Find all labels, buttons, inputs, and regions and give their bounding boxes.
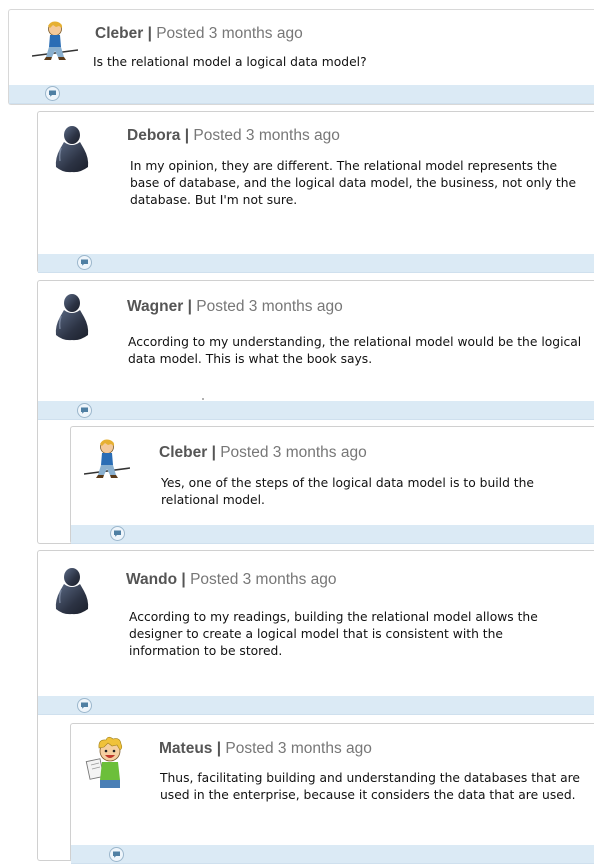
- comment-text: Thus, facilitating building and understa…: [160, 771, 580, 802]
- comment-card: Mateus | Posted 3 months ago Thus, facil…: [70, 723, 594, 864]
- comment-bubble-icon[interactable]: [77, 255, 92, 270]
- stray-dot: [202, 398, 204, 400]
- comment-card: Cleber | Posted 3 months ago Is the rela…: [8, 9, 594, 105]
- post-time: Posted 3 months ago: [196, 298, 343, 315]
- comment-header: Cleber | Posted 3 months ago: [159, 444, 367, 462]
- comment-text: According to my understanding, the relat…: [128, 335, 582, 366]
- post-time: Posted 3 months ago: [156, 25, 303, 42]
- author-name[interactable]: Debora: [127, 127, 180, 144]
- header-separator: |: [181, 571, 186, 588]
- comment-action-bar: [38, 696, 594, 715]
- author-name[interactable]: Wando: [126, 571, 177, 588]
- author-name[interactable]: Mateus: [159, 740, 212, 757]
- post-time: Posted 3 months ago: [190, 571, 337, 588]
- header-separator: |: [211, 444, 216, 461]
- post-time: Posted 3 months ago: [220, 444, 367, 461]
- comment-card: Wagner | Posted 3 months ago According t…: [37, 280, 594, 544]
- author-name[interactable]: Wagner: [127, 298, 183, 315]
- comment-action-bar: [9, 85, 594, 104]
- comment-bubble-icon[interactable]: [45, 86, 60, 101]
- comment-text: Yes, one of the steps of the logical dat…: [161, 476, 534, 507]
- comment-bubble-icon[interactable]: [110, 526, 125, 541]
- post-time: Posted 3 months ago: [193, 127, 340, 144]
- comment-action-bar: [38, 401, 594, 420]
- comment-card: Debora | Posted 3 months ago In my opini…: [37, 111, 594, 273]
- comment-text: In my opinion, they are different. The r…: [130, 159, 577, 207]
- silhouette-avatar-icon: [53, 567, 91, 622]
- author-name[interactable]: Cleber: [95, 25, 143, 42]
- header-separator: |: [147, 25, 152, 42]
- comment-header: Cleber | Posted 3 months ago: [95, 25, 303, 43]
- post-time: Posted 3 months ago: [225, 740, 372, 757]
- tightrope-walker-avatar-icon: [31, 20, 79, 71]
- comment-action-bar: [71, 525, 594, 544]
- author-name[interactable]: Cleber: [159, 444, 207, 461]
- comment-header: Wando | Posted 3 months ago: [126, 571, 337, 589]
- comment-header: Debora | Posted 3 months ago: [127, 127, 340, 145]
- comment-text: According to my readings, building the r…: [129, 610, 538, 658]
- comment-text: Is the relational model a logical data m…: [93, 55, 367, 69]
- comment-header: Wagner | Posted 3 months ago: [127, 298, 343, 316]
- comment-card: Cleber | Posted 3 months ago Yes, one of…: [70, 426, 594, 544]
- comment-action-bar: [38, 254, 594, 273]
- header-separator: |: [184, 127, 190, 144]
- comment-bubble-icon[interactable]: [77, 403, 92, 418]
- comment-header: Mateus | Posted 3 months ago: [159, 740, 372, 758]
- tightrope-walker-avatar-icon: [83, 438, 131, 489]
- cartoon-boy-avatar-icon: [84, 736, 130, 795]
- comment-bubble-icon[interactable]: [109, 847, 124, 862]
- silhouette-avatar-icon: [53, 125, 91, 180]
- comment-card: Wando | Posted 3 months ago According to…: [37, 550, 594, 864]
- comment-bubble-icon[interactable]: [77, 698, 92, 713]
- header-separator: |: [187, 298, 192, 315]
- header-separator: |: [216, 740, 222, 757]
- silhouette-avatar-icon: [53, 293, 91, 348]
- comment-action-bar: [71, 845, 594, 864]
